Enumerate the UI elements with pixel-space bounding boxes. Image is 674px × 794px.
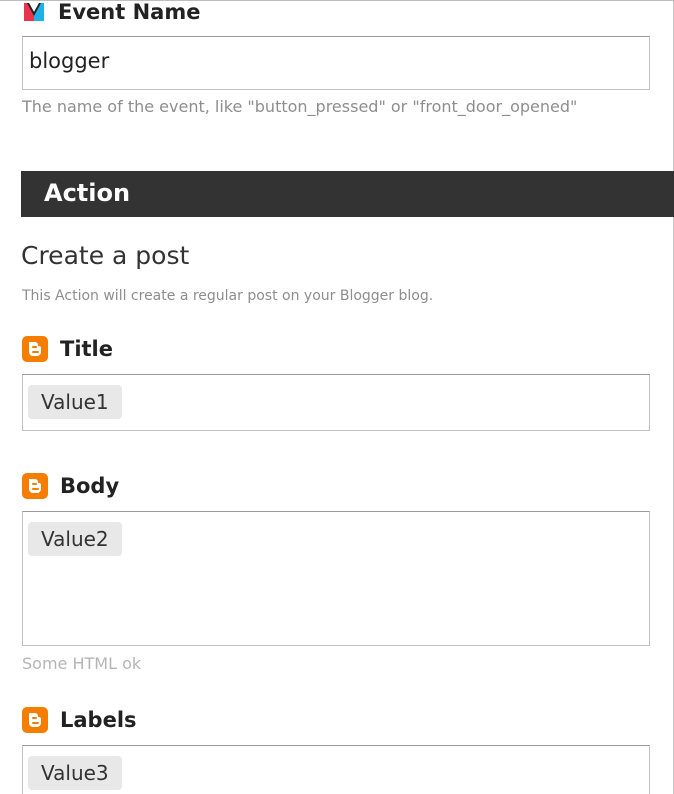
title-label: Title [60, 337, 114, 361]
event-name-value: blogger [29, 49, 110, 73]
labels-label-row: Labels [22, 707, 137, 733]
event-name-label-row: Event Name [22, 0, 200, 25]
title-ingredient-pill[interactable]: Value1 [28, 385, 122, 419]
action-section-label: Action [44, 179, 131, 207]
action-description: This Action will create a regular post o… [22, 288, 434, 304]
blogger-icon [22, 707, 48, 733]
labels-label: Labels [60, 708, 137, 732]
labels-input[interactable]: Value3 [22, 745, 650, 794]
body-textarea[interactable]: Value2 [22, 511, 650, 646]
maker-service-icon [22, 1, 46, 23]
blogger-icon [22, 336, 48, 362]
event-name-label: Event Name [58, 0, 201, 24]
labels-ingredient-pill[interactable]: Value3 [28, 756, 122, 790]
title-input[interactable]: Value1 [22, 374, 650, 431]
title-label-row: Title [22, 336, 113, 362]
action-section-header: Action [21, 171, 674, 217]
event-name-help: The name of the event, like "button_pres… [22, 97, 578, 116]
blogger-icon [22, 473, 48, 499]
action-title: Create a post [21, 241, 190, 270]
event-name-input[interactable]: blogger [22, 36, 650, 90]
body-ingredient-pill[interactable]: Value2 [28, 522, 122, 556]
body-help: Some HTML ok [22, 654, 142, 673]
body-label: Body [60, 474, 120, 498]
body-label-row: Body [22, 473, 119, 499]
